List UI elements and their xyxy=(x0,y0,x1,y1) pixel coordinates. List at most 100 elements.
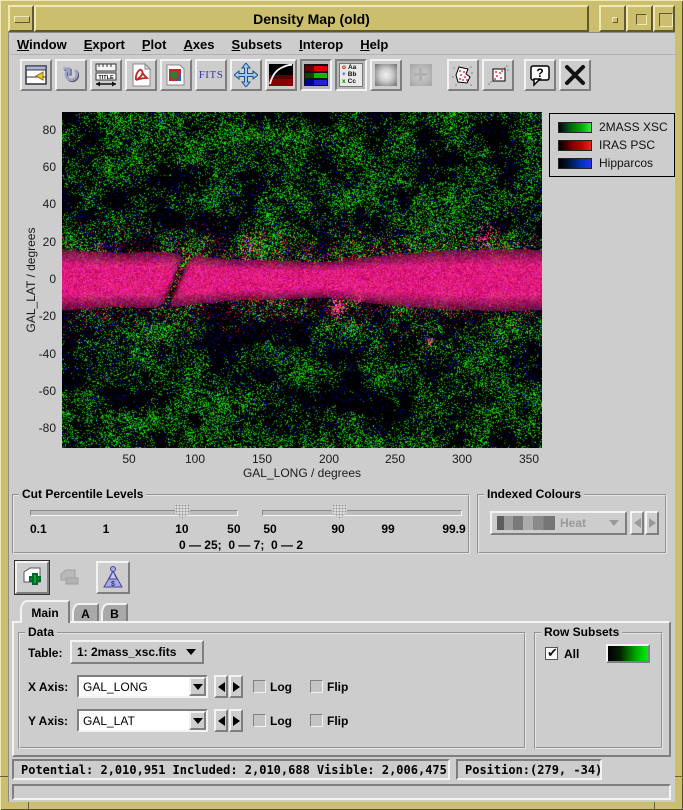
window-menu-button[interactable] xyxy=(8,5,34,32)
minimize-icon xyxy=(612,17,618,23)
tab-main[interactable]: Main xyxy=(20,600,70,623)
potential-label: Potential: xyxy=(21,763,93,777)
resize-export-button[interactable]: TITLE xyxy=(90,59,122,91)
y-axis-dropdown-button[interactable] xyxy=(189,711,206,730)
included-label: Included: xyxy=(173,763,238,777)
upper-percentile-slider[interactable]: 50 90 99 99.9 xyxy=(262,502,462,522)
subset-all-checkbox[interactable] xyxy=(545,647,558,660)
legend-toggle[interactable]: oAa +Bb xCc xyxy=(335,59,367,91)
menu-plot[interactable]: Plot xyxy=(142,37,167,52)
y-tick: -80 xyxy=(24,421,56,435)
x-flip-checkbox[interactable] xyxy=(310,680,323,693)
tab-b[interactable]: B xyxy=(101,603,128,623)
export-image-button[interactable] xyxy=(160,59,192,91)
y-axis-next-button[interactable] xyxy=(229,709,243,732)
titlebar[interactable]: Density Map (old) xyxy=(34,5,589,32)
resize-corner[interactable] xyxy=(653,5,675,32)
y-axis-label: Y Axis: xyxy=(28,714,68,728)
close-button[interactable] xyxy=(559,59,591,91)
x-axis-dropdown-button[interactable] xyxy=(189,677,206,696)
remove-dataset-icon xyxy=(57,566,81,590)
pdf-icon xyxy=(130,63,152,87)
arrow-right-icon xyxy=(233,682,240,692)
rgb-mode-toggle[interactable] xyxy=(300,59,332,91)
visible-value: 2,006,475 xyxy=(382,763,447,777)
colormap-swatch-green xyxy=(558,122,592,133)
toggle-control-window-button[interactable] xyxy=(20,59,52,91)
remove-dataset-button xyxy=(52,561,86,594)
indexed-colours-title: Indexed Colours xyxy=(484,487,584,501)
export-fits-button[interactable]: FITS xyxy=(195,59,227,91)
smooth-button[interactable] xyxy=(370,59,402,91)
ruler-title-icon: TITLE xyxy=(94,63,118,87)
x-tick: 150 xyxy=(240,452,284,466)
window-title: Density Map (old) xyxy=(253,11,370,27)
lower-slider-thumb[interactable] xyxy=(175,504,190,520)
svg-text:$: $ xyxy=(111,581,115,588)
maximize-button[interactable] xyxy=(626,5,653,32)
position-value: (279, -34) xyxy=(530,763,602,777)
blob-subset-icon xyxy=(451,63,475,87)
fits-icon: FITS xyxy=(199,69,224,81)
y-tick: 40 xyxy=(24,197,56,211)
x-tick: 250 xyxy=(373,452,417,466)
subset-all-colormap-button[interactable] xyxy=(606,644,650,663)
x-axis-next-button[interactable] xyxy=(229,675,243,698)
minimize-button[interactable] xyxy=(599,5,626,32)
smooth-icon xyxy=(375,64,397,86)
legend-entry: 2MASS XSC xyxy=(558,120,674,134)
x-axis-title: GAL_LONG / degrees xyxy=(152,466,452,480)
y-log-checkbox[interactable] xyxy=(253,714,266,727)
subset-from-visible-button[interactable] xyxy=(482,59,514,91)
density-map-plot[interactable] xyxy=(62,112,542,448)
legend-entry: Hipparcos xyxy=(558,156,674,170)
legend-entry: IRAS PSC xyxy=(558,138,674,152)
weight-bag-icon: $ xyxy=(100,565,126,591)
rgb-icon xyxy=(304,64,328,86)
menu-window[interactable]: Window xyxy=(17,37,67,52)
frame-seam xyxy=(0,776,8,777)
upper-slider-thumb[interactable] xyxy=(332,504,347,520)
app-window: Density Map (old) Window Export Plot Axe… xyxy=(0,0,683,810)
draw-subset-button[interactable] xyxy=(447,59,479,91)
export-pdf-button[interactable] xyxy=(125,59,157,91)
close-icon xyxy=(564,64,586,86)
position-status-panel: Position:(279, -34) xyxy=(456,759,602,780)
table-label: Table: xyxy=(28,646,62,660)
colormap-swatch-red xyxy=(558,140,592,151)
svg-text:TITLE: TITLE xyxy=(98,75,114,81)
x-axis-prev-button[interactable] xyxy=(214,675,228,698)
frame-seam xyxy=(28,802,29,810)
rescale-button[interactable] xyxy=(230,59,262,91)
x-tick: 50 xyxy=(107,452,151,466)
tab-a[interactable]: A xyxy=(72,603,99,623)
replot-button[interactable]: ↻ xyxy=(55,59,87,91)
arrow-left-icon xyxy=(218,682,225,692)
weight-mode-button[interactable]: $ xyxy=(96,561,130,594)
y-axis-prev-button[interactable] xyxy=(214,709,228,732)
y-flip-checkbox[interactable] xyxy=(310,714,323,727)
x-axis-select[interactable]: GAL_LONG xyxy=(77,675,208,698)
table-select[interactable]: 1: 2mass_xsc.fits xyxy=(70,640,204,664)
lower-percentile-slider[interactable]: 0.1 1 10 50 xyxy=(30,502,238,522)
colormap-select: Heat xyxy=(490,511,627,535)
cut-levels-button[interactable] xyxy=(265,59,297,91)
chevron-down-icon xyxy=(186,649,196,655)
add-dataset-button[interactable] xyxy=(15,561,49,594)
menu-interop[interactable]: Interop xyxy=(299,37,343,52)
menu-export[interactable]: Export xyxy=(84,37,125,52)
potential-value: 2,010,951 xyxy=(100,763,165,777)
y-axis-select[interactable]: GAL_LAT xyxy=(77,709,208,732)
resize-corner-icon xyxy=(659,13,673,27)
data-group-title: Data xyxy=(25,625,57,639)
cut-levels-title: Cut Percentile Levels xyxy=(19,487,146,501)
heat-colormap-swatch xyxy=(497,516,555,530)
menu-subsets[interactable]: Subsets xyxy=(232,37,283,52)
menu-help[interactable]: Help xyxy=(360,37,388,52)
slider-track xyxy=(30,510,238,516)
help-button[interactable]: ? xyxy=(524,59,556,91)
x-log-checkbox[interactable] xyxy=(253,680,266,693)
menu-axes[interactable]: Axes xyxy=(183,37,214,52)
redraw-icon: ↻ xyxy=(62,63,80,88)
cut-ranges-readout: 0 — 25; 0 — 7; 0 — 2 xyxy=(14,538,468,552)
